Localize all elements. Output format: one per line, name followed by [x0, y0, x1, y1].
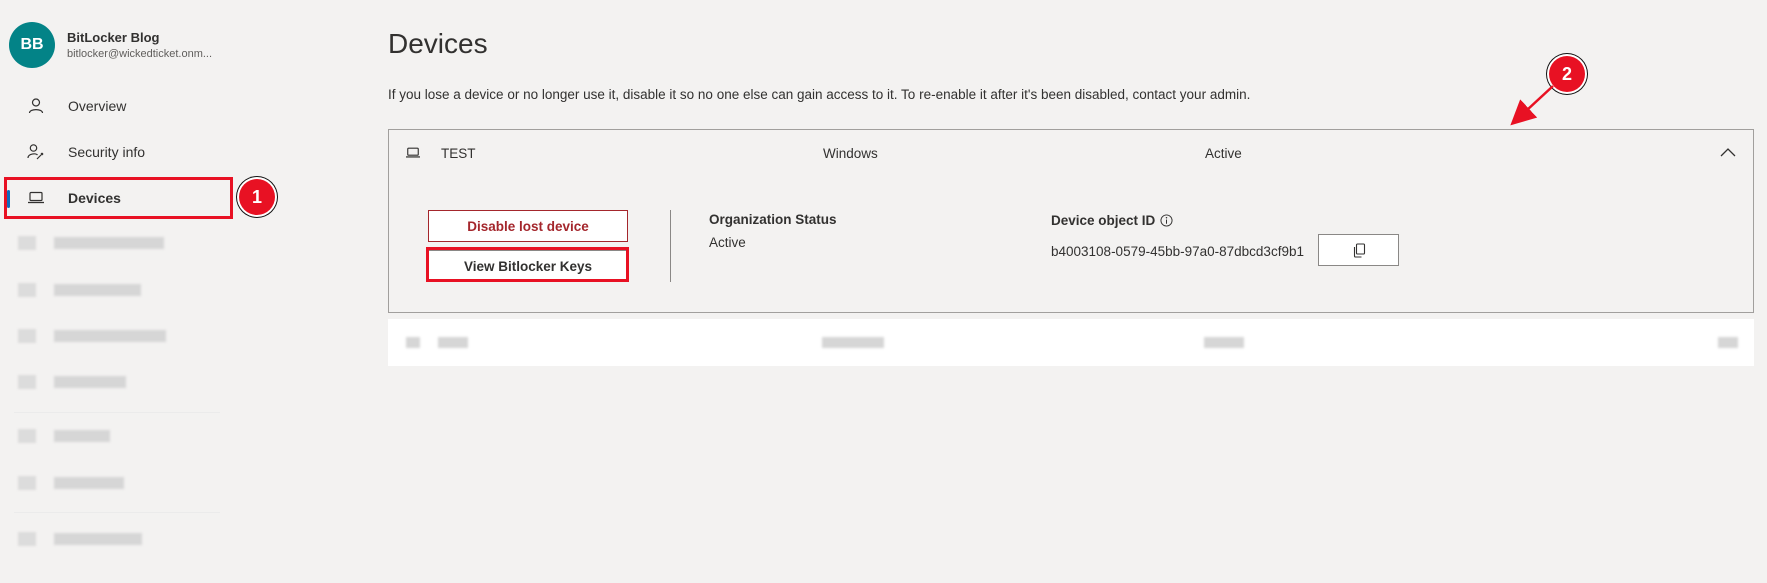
redacted-icon: [18, 476, 36, 490]
profile-email: bitlocker@wickedticket.onm...: [67, 48, 213, 60]
sidebar-item-redacted[interactable]: [18, 429, 110, 443]
sidebar: BB BitLocker Blog bitlocker@wickedticket…: [0, 0, 250, 583]
redacted-chevron: [1718, 337, 1738, 348]
person-icon: [24, 94, 48, 118]
sidebar-item-label: Security info: [68, 144, 146, 160]
sidebar-item-redacted[interactable]: [18, 532, 142, 546]
device-status: Active: [1205, 146, 1242, 161]
page-title: Devices: [388, 28, 488, 59]
device-name: TEST: [441, 146, 476, 161]
sidebar-item-redacted[interactable]: [18, 283, 141, 297]
laptop-icon: [405, 146, 421, 165]
annotation-badge-2: 2: [1549, 56, 1585, 92]
info-icon[interactable]: [1160, 214, 1173, 227]
device-os: Windows: [823, 146, 878, 161]
copy-icon: [1352, 242, 1366, 258]
device-object-id-label: Device object ID: [1051, 213, 1173, 228]
device-object-id-value: b4003108-0579-45bb-97a0-87dbcd3cf9b1: [1051, 244, 1304, 259]
profile-name: BitLocker Blog: [67, 30, 160, 45]
sidebar-divider: [14, 412, 220, 413]
redacted-label: [54, 430, 110, 442]
organization-status-value: Active: [709, 235, 746, 250]
sidebar-item-security-info[interactable]: Security info: [14, 135, 229, 169]
redacted-device-name: [438, 337, 468, 348]
avatar[interactable]: BB: [9, 22, 55, 68]
redacted-icon: [18, 329, 36, 343]
organization-status-label: Organization Status: [709, 212, 837, 227]
redacted-device-status: [1204, 337, 1244, 348]
redacted-icon: [18, 283, 36, 297]
device-row-redacted[interactable]: [388, 319, 1754, 366]
redacted-icon: [406, 337, 420, 348]
redacted-label: [54, 330, 166, 342]
sidebar-divider: [14, 512, 220, 513]
sidebar-item-label: Devices: [68, 190, 121, 206]
device-row-header[interactable]: TEST Windows Active: [389, 130, 1753, 176]
annotation-badge-1: 1: [239, 179, 275, 215]
sidebar-item-devices[interactable]: Devices: [7, 181, 229, 215]
sidebar-item-label: Overview: [68, 98, 127, 114]
redacted-icon: [18, 236, 36, 250]
redacted-label: [54, 237, 164, 249]
device-object-id-label-text: Device object ID: [1051, 213, 1156, 228]
redacted-icon: [18, 429, 36, 443]
redacted-label: [54, 284, 141, 296]
person-key-icon: [24, 140, 48, 164]
sidebar-item-redacted[interactable]: [18, 236, 164, 250]
redacted-label: [54, 477, 124, 489]
sidebar-item-overview[interactable]: Overview: [14, 89, 229, 123]
profile-text: BitLocker Blog bitlocker@wickedticket.on…: [67, 30, 212, 60]
redacted-label: [54, 376, 126, 388]
copy-button[interactable]: [1318, 234, 1399, 266]
laptop-icon: [24, 186, 48, 210]
profile[interactable]: BB BitLocker Blog bitlocker@wickedticket…: [9, 22, 212, 68]
view-bitlocker-keys-button[interactable]: View Bitlocker Keys: [428, 250, 628, 282]
redacted-device-os: [822, 337, 884, 348]
redacted-label: [54, 533, 142, 545]
chevron-up-icon[interactable]: [1719, 145, 1737, 159]
device-card-expanded: TEST Windows Active Disable lost device …: [388, 129, 1754, 313]
page-description: If you lose a device or no longer use it…: [388, 87, 1251, 102]
redacted-icon: [18, 532, 36, 546]
divider: [670, 210, 671, 282]
disable-lost-device-button[interactable]: Disable lost device: [428, 210, 628, 242]
sidebar-item-redacted[interactable]: [18, 375, 126, 389]
sidebar-item-redacted[interactable]: [18, 476, 124, 490]
redacted-icon: [18, 375, 36, 389]
sidebar-item-redacted[interactable]: [18, 329, 166, 343]
